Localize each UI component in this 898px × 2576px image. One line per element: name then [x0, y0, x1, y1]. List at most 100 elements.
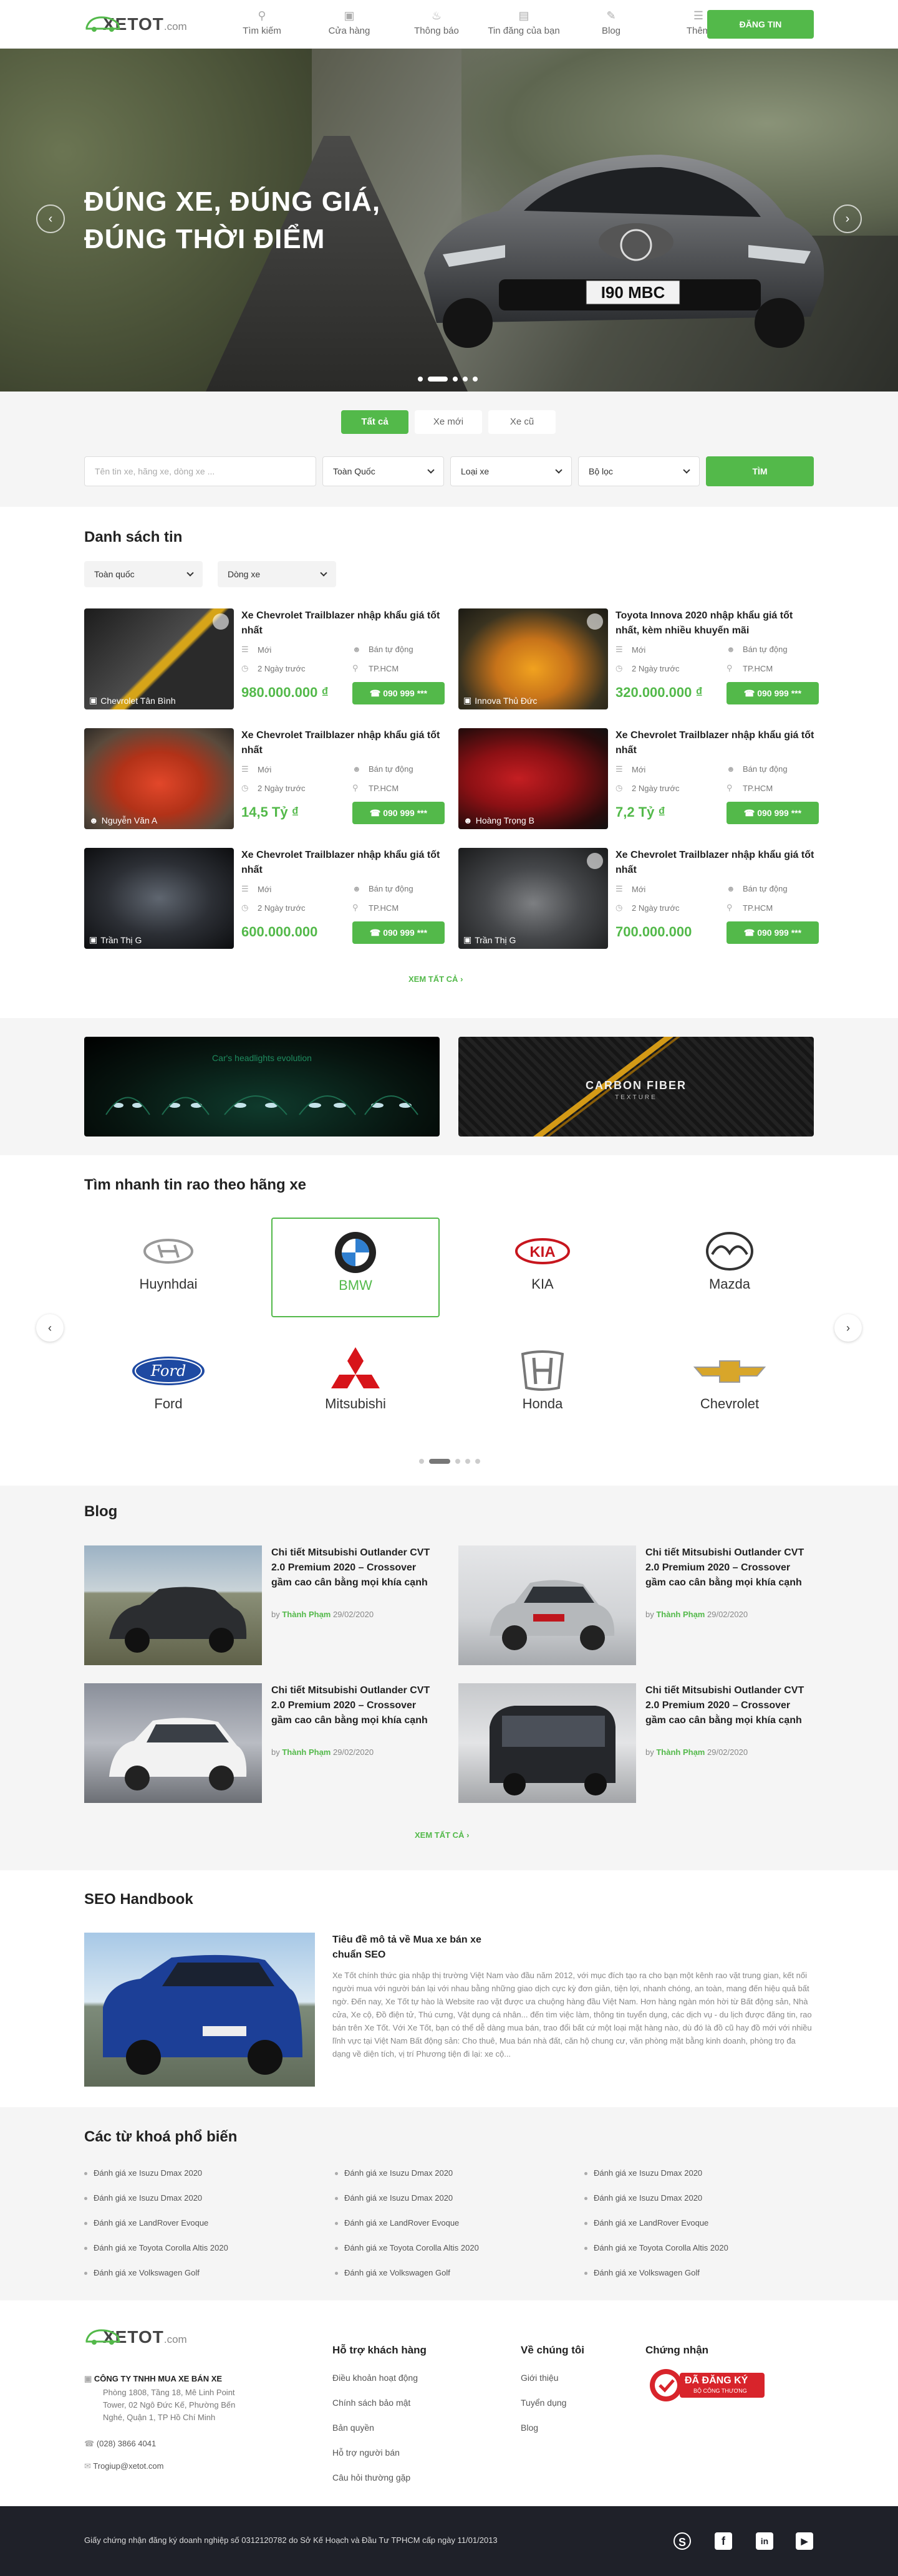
blog-author[interactable]: Thành Phạm [656, 1610, 705, 1619]
pagination-dot[interactable] [455, 1459, 460, 1464]
post-ad-button[interactable]: ĐĂNG TIN [707, 10, 814, 39]
pagination-dot[interactable] [419, 1459, 424, 1464]
brand-mazda[interactable]: Mazda [645, 1218, 814, 1317]
facebook-icon[interactable]: f [715, 2532, 732, 2550]
brand-next-button[interactable]: › [834, 1314, 862, 1342]
nav-my-posts[interactable]: ▤ Tin đăng của bạn [480, 9, 567, 36]
blog-post[interactable]: Chi tiết Mitsubishi Outlander CVT 2.0 Pr… [458, 1683, 814, 1803]
listing-title-link[interactable]: Xe Chevrolet Trailblazer nhập khẩu giá t… [616, 848, 815, 878]
brand-chevrolet[interactable]: Chevrolet [645, 1337, 814, 1437]
tab-used[interactable]: Xe cũ [488, 410, 556, 434]
nav-store[interactable]: ▣ Cửa hàng [306, 9, 393, 36]
listing-image[interactable]: ☻ Nguyễn Văn A [84, 728, 234, 829]
tab-all[interactable]: Tất cả [341, 410, 408, 434]
skype-icon[interactable]: S [674, 2532, 691, 2550]
hero-dot[interactable] [453, 377, 458, 382]
listing-title-link[interactable]: Xe Chevrolet Trailblazer nhập khẩu giá t… [241, 848, 441, 878]
ad-banner-carbon-fiber[interactable]: CARBON FIBER TEXTURE [458, 1037, 814, 1137]
blog-post-title[interactable]: Chi tiết Mitsubishi Outlander CVT 2.0 Pr… [645, 1545, 804, 1590]
brand-prev-button[interactable]: ‹ [36, 1314, 64, 1342]
keyword-link[interactable]: Đánh giá xe Volkswagen Golf [84, 2268, 200, 2277]
hero-dot[interactable] [463, 377, 468, 382]
keyword-link[interactable]: Đánh giá xe Isuzu Dmax 2020 [584, 2193, 702, 2203]
favorite-icon[interactable] [587, 613, 603, 630]
tab-new[interactable]: Xe mới [415, 410, 482, 434]
listing-title-link[interactable]: Xe Chevrolet Trailblazer nhập khẩu giá t… [241, 608, 441, 638]
keyword-link[interactable]: Đánh giá xe Isuzu Dmax 2020 [84, 2168, 202, 2178]
nav-blog[interactable]: ✎ Blog [567, 9, 655, 36]
ad-banner-headlights[interactable]: Car's headlights evolution [84, 1037, 440, 1137]
listing-image[interactable]: ▣ Trần Thị G [84, 848, 234, 949]
listing-title-link[interactable]: Toyota Innova 2020 nhập khẩu giá tốt nhấ… [616, 608, 815, 638]
listing-card[interactable]: ▣ Chevrolet Tân Bình Xe Chevrolet Trailbl… [84, 608, 449, 709]
keyword-link[interactable]: Đánh giá xe Isuzu Dmax 2020 [335, 2193, 453, 2203]
footer-logo[interactable]: XETOT.com [84, 2322, 187, 2353]
keyword-link[interactable]: Đánh giá xe Isuzu Dmax 2020 [335, 2168, 453, 2178]
brand-huynhdai[interactable]: Huynhdai [84, 1218, 253, 1317]
hero-next-button[interactable]: › [833, 204, 862, 233]
keyword-link[interactable]: Đánh giá xe Isuzu Dmax 2020 [84, 2193, 202, 2203]
blog-post[interactable]: Chi tiết Mitsubishi Outlander CVT 2.0 Pr… [458, 1545, 814, 1665]
hero-dot-active[interactable] [428, 377, 448, 382]
footer-link[interactable]: Blog [521, 2423, 538, 2433]
keyword-link[interactable]: Đánh giá xe LandRover Evoque [84, 2218, 208, 2228]
keyword-link[interactable]: Đánh giá xe Toyota Corolla Altis 2020 [335, 2243, 479, 2252]
listing-card[interactable]: ▣ Trần Thị G Xe Chevrolet Trailblazer nhậ… [84, 848, 449, 949]
call-button[interactable]: ☎ 090 999 *** [727, 921, 819, 944]
footer-link[interactable]: Chính sách bảo mật [332, 2398, 410, 2408]
listing-title-link[interactable]: Xe Chevrolet Trailblazer nhập khẩu giá t… [241, 728, 441, 758]
listing-title-link[interactable]: Xe Chevrolet Trailblazer nhập khẩu giá t… [616, 728, 815, 758]
call-button[interactable]: ☎ 090 999 *** [352, 802, 445, 824]
pagination-dot[interactable] [465, 1459, 470, 1464]
youtube-icon[interactable]: ▶ [796, 2532, 813, 2550]
call-button[interactable]: ☎ 090 999 *** [352, 921, 445, 944]
blog-post-title[interactable]: Chi tiết Mitsubishi Outlander CVT 2.0 Pr… [271, 1683, 430, 1728]
listing-card[interactable]: ☻ Hoàng Trọng B Xe Chevrolet Trailblazer … [458, 728, 823, 829]
brand-bmw[interactable]: BMW [271, 1218, 440, 1317]
listing-region-select[interactable]: Toàn quốc [84, 561, 203, 587]
call-button[interactable]: ☎ 090 999 *** [727, 802, 819, 824]
brand-honda[interactable]: Honda [458, 1337, 627, 1437]
keyword-link[interactable]: Đánh giá xe Isuzu Dmax 2020 [584, 2168, 702, 2178]
pagination-dot[interactable] [475, 1459, 480, 1464]
blog-author[interactable]: Thành Phạm [282, 1610, 331, 1619]
linkedin-icon[interactable]: in [756, 2532, 773, 2550]
blog-post-image[interactable] [458, 1683, 636, 1803]
blog-author[interactable]: Thành Phạm [282, 1747, 331, 1757]
registered-badge[interactable]: ĐÃ ĐĂNG KÝ BỘ CÔNG THƯƠNG [649, 2368, 767, 2403]
keyword-link[interactable]: Đánh giá xe Volkswagen Golf [584, 2268, 700, 2277]
listing-image[interactable]: ▣ Chevrolet Tân Bình [84, 608, 234, 709]
blog-post[interactable]: Chi tiết Mitsubishi Outlander CVT 2.0 Pr… [84, 1683, 440, 1803]
keyword-link[interactable]: Đánh giá xe Volkswagen Golf [335, 2268, 450, 2277]
keyword-link[interactable]: Đánh giá xe Toyota Corolla Altis 2020 [584, 2243, 728, 2252]
nav-notifications[interactable]: ♨ Thông báo [393, 9, 480, 36]
listing-card[interactable]: ☻ Nguyễn Văn A Xe Chevrolet Trailblazer n… [84, 728, 449, 829]
pagination-dot-active[interactable] [429, 1459, 450, 1464]
footer-link[interactable]: Tuyển dụng [521, 2398, 566, 2408]
hero-dot[interactable] [418, 377, 423, 382]
blog-post-image[interactable] [458, 1545, 636, 1665]
listing-image[interactable]: ▣ Innova Thủ Đức [458, 608, 608, 709]
blog-author[interactable]: Thành Phạm [656, 1747, 705, 1757]
blog-post-image[interactable] [84, 1683, 262, 1803]
listing-image[interactable]: ☻ Hoàng Trọng B [458, 728, 608, 829]
call-button[interactable]: ☎ 090 999 *** [727, 682, 819, 704]
company-phone[interactable]: (028) 3866 4041 [97, 2439, 156, 2448]
listing-see-all-link[interactable]: XEM TẤT CẢ › [408, 974, 463, 984]
keyword-link[interactable]: Đánh giá xe LandRover Evoque [335, 2218, 459, 2228]
footer-link[interactable]: Câu hỏi thường gặp [332, 2473, 410, 2482]
company-email[interactable]: Trogiup@xetot.com [93, 2461, 163, 2471]
keyword-search-input[interactable]: Tên tin xe, hãng xe, dòng xe ... [84, 456, 316, 486]
blog-see-all-link[interactable]: XEM TẤT CẢ › [415, 1830, 469, 1840]
nav-search[interactable]: ⚲ Tìm kiếm [218, 9, 306, 36]
hero-prev-button[interactable]: ‹ [36, 204, 65, 233]
favorite-icon[interactable] [213, 613, 229, 630]
site-logo[interactable]: XETOT.com [84, 9, 187, 40]
blog-post-title[interactable]: Chi tiết Mitsubishi Outlander CVT 2.0 Pr… [271, 1545, 430, 1590]
listing-card[interactable]: ▣ Innova Thủ Đức Toyota Innova 2020 nhập … [458, 608, 823, 709]
blog-post-image[interactable] [84, 1545, 262, 1665]
blog-post-title[interactable]: Chi tiết Mitsubishi Outlander CVT 2.0 Pr… [645, 1683, 804, 1728]
call-button[interactable]: ☎ 090 999 *** [352, 682, 445, 704]
footer-link[interactable]: Giới thiệu [521, 2373, 559, 2383]
region-select[interactable]: Toàn Quốc [322, 456, 444, 486]
